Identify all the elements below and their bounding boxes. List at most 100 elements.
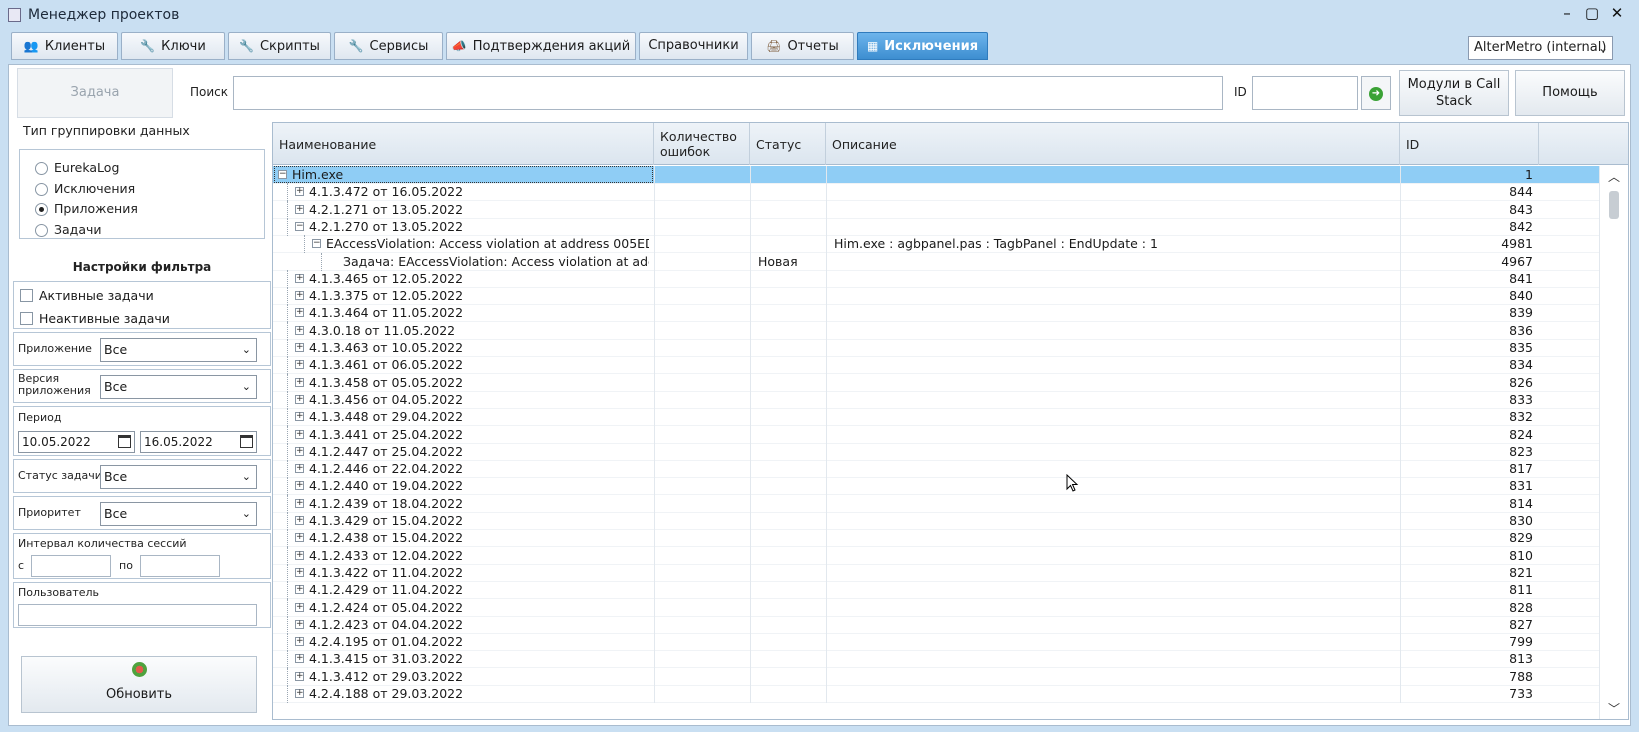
- expand-icon[interactable]: +: [295, 204, 304, 214]
- expand-icon[interactable]: +: [295, 273, 304, 283]
- expand-icon[interactable]: +: [295, 412, 304, 422]
- expand-icon[interactable]: +: [295, 394, 304, 404]
- table-row[interactable]: +4.1.3.461 от 06.05.2022 834: [273, 356, 1599, 375]
- table-row[interactable]: +4.1.3.422 от 11.04.2022 821: [273, 563, 1599, 582]
- table-row[interactable]: +4.3.0.18 от 11.05.2022 836: [273, 321, 1599, 340]
- table-row[interactable]: +4.1.3.464 от 11.05.2022 839: [273, 304, 1599, 323]
- priority-select[interactable]: Все ⌄: [100, 502, 257, 526]
- app-select[interactable]: Все ⌄: [100, 338, 257, 362]
- calendar-icon[interactable]: [118, 435, 131, 448]
- maximize-button[interactable]: ▢: [1580, 3, 1604, 25]
- table-row[interactable]: +4.2.1.271 от 13.05.2022 843: [273, 200, 1599, 219]
- table-row[interactable]: − Him.exe 1: [273, 166, 1599, 184]
- column-description-header[interactable]: Описание: [826, 123, 1400, 165]
- table-row[interactable]: +4.1.2.423 от 04.04.2022 827: [273, 615, 1599, 634]
- table-row[interactable]: +4.1.3.375 от 12.05.2022 840: [273, 287, 1599, 306]
- column-name-header[interactable]: Наименование: [273, 123, 654, 165]
- sessions-to-input[interactable]: [140, 555, 220, 577]
- expand-icon[interactable]: +: [295, 498, 304, 508]
- tab-2[interactable]: 🔧 Ключи: [121, 32, 225, 60]
- callstack-modules-button[interactable]: Модули в Call Stack: [1399, 70, 1509, 116]
- table-row[interactable]: +4.1.2.447 от 25.04.2022 823: [273, 442, 1599, 461]
- expand-icon[interactable]: +: [295, 446, 304, 456]
- collapse-icon[interactable]: −: [295, 221, 304, 231]
- scroll-down-icon[interactable]: ﹀: [1608, 700, 1620, 717]
- expand-icon[interactable]: +: [295, 689, 304, 698]
- expand-icon[interactable]: +: [295, 533, 304, 543]
- expand-icon[interactable]: +: [295, 637, 304, 647]
- table-row[interactable]: +4.1.2.438 от 15.04.2022 829: [273, 529, 1599, 548]
- table-row[interactable]: Задача: EAccessViolation: Access violati…: [273, 252, 1599, 271]
- table-row[interactable]: +4.2.4.188 от 29.03.2022 733: [273, 685, 1599, 703]
- table-row[interactable]: +4.1.3.415 от 31.03.2022 813: [273, 650, 1599, 669]
- minimize-button[interactable]: –: [1555, 3, 1579, 25]
- vertical-scrollbar[interactable]: ︿ ﹀: [1599, 166, 1628, 719]
- expand-icon[interactable]: +: [295, 671, 304, 681]
- scroll-up-icon[interactable]: ︿: [1608, 168, 1620, 185]
- tab-8[interactable]: ▦ Исключения: [857, 32, 988, 60]
- table-row[interactable]: +4.1.2.446 от 22.04.2022 817: [273, 460, 1599, 479]
- tab-6[interactable]: Справочники: [639, 32, 748, 60]
- table-row[interactable]: +4.1.3.456 от 04.05.2022 833: [273, 390, 1599, 409]
- search-input[interactable]: [233, 76, 1223, 110]
- tab-4[interactable]: 🔧 Сервисы: [334, 32, 443, 60]
- expand-icon[interactable]: +: [295, 619, 304, 629]
- table-row[interactable]: +4.1.3.458 от 05.05.2022 826: [273, 373, 1599, 392]
- task-button[interactable]: Задача: [17, 68, 173, 118]
- sessions-from-input[interactable]: [31, 555, 111, 577]
- column-divider: [654, 685, 655, 703]
- expand-icon[interactable]: +: [295, 187, 304, 197]
- table-row[interactable]: +4.1.3.472 от 16.05.2022 844: [273, 183, 1599, 202]
- expand-icon[interactable]: +: [295, 602, 304, 612]
- table-row[interactable]: +4.1.3.463 от 10.05.2022 835: [273, 339, 1599, 357]
- table-row[interactable]: − EAccessViolation: Access violation at a…: [273, 235, 1599, 254]
- table-row[interactable]: +4.1.2.433 от 12.04.2022 810: [273, 546, 1599, 565]
- version-select[interactable]: Все ⌄: [100, 375, 257, 399]
- table-row[interactable]: −4.2.1.270 от 13.05.2022 842: [273, 217, 1599, 236]
- expand-icon[interactable]: +: [295, 550, 304, 560]
- collapse-icon[interactable]: −: [312, 239, 321, 249]
- expand-icon[interactable]: +: [295, 360, 304, 370]
- calendar-icon[interactable]: [240, 435, 253, 448]
- table-row[interactable]: +4.1.2.440 от 19.04.2022 831: [273, 477, 1599, 496]
- table-row[interactable]: +4.1.3.429 от 15.04.2022 830: [273, 512, 1599, 530]
- table-row[interactable]: +4.1.2.429 от 11.04.2022 811: [273, 581, 1599, 600]
- table-row[interactable]: +4.1.3.465 от 12.05.2022 841: [273, 269, 1599, 288]
- refresh-button[interactable]: Обновить: [21, 656, 257, 713]
- scrollbar-thumb[interactable]: [1609, 191, 1619, 219]
- expand-icon[interactable]: +: [295, 308, 304, 318]
- table-row[interactable]: +4.1.2.424 от 05.04.2022 828: [273, 598, 1599, 617]
- expand-icon[interactable]: +: [295, 464, 304, 474]
- tab-3[interactable]: 🔧 Скрипты: [228, 32, 331, 60]
- period-from-field[interactable]: 10.05.2022: [18, 431, 135, 453]
- column-id-header[interactable]: ID: [1400, 123, 1539, 165]
- go-button[interactable]: ➜: [1361, 76, 1391, 110]
- server-select[interactable]: AlterMetro (internal) ⌄: [1468, 36, 1613, 60]
- tab-1[interactable]: 👥 Клиенты: [11, 32, 118, 60]
- expand-icon[interactable]: +: [295, 567, 304, 577]
- user-input[interactable]: [18, 604, 257, 626]
- table-row[interactable]: +4.1.3.441 от 25.04.2022 824: [273, 425, 1599, 444]
- expand-icon[interactable]: +: [295, 377, 304, 387]
- status-select[interactable]: Все ⌄: [100, 465, 257, 489]
- expand-icon[interactable]: +: [295, 343, 304, 352]
- table-row[interactable]: +4.2.4.195 от 01.04.2022 799: [273, 633, 1599, 652]
- close-button[interactable]: ✕: [1605, 3, 1629, 25]
- expand-icon[interactable]: +: [295, 325, 304, 335]
- expand-icon[interactable]: +: [295, 481, 304, 491]
- tab-5[interactable]: 📣 Подтверждения акций: [446, 32, 636, 60]
- help-button[interactable]: Помощь: [1515, 70, 1625, 116]
- column-status-header[interactable]: Статус: [750, 123, 826, 165]
- table-row[interactable]: +4.1.3.448 от 29.04.2022 832: [273, 408, 1599, 427]
- expand-icon[interactable]: +: [295, 291, 304, 301]
- id-input[interactable]: [1252, 76, 1358, 110]
- expand-icon[interactable]: +: [295, 516, 304, 525]
- period-to-field[interactable]: 16.05.2022: [140, 431, 257, 453]
- expand-icon[interactable]: +: [295, 654, 304, 664]
- expand-icon[interactable]: +: [295, 429, 304, 439]
- table-row[interactable]: +4.1.2.439 от 18.04.2022 814: [273, 494, 1599, 513]
- tab-7[interactable]: 🖨 Отчеты: [751, 32, 854, 60]
- column-error-count-header[interactable]: Количество ошибок: [654, 123, 750, 165]
- expand-icon[interactable]: +: [295, 585, 304, 595]
- table-row[interactable]: +4.1.3.412 от 29.03.2022 788: [273, 667, 1599, 686]
